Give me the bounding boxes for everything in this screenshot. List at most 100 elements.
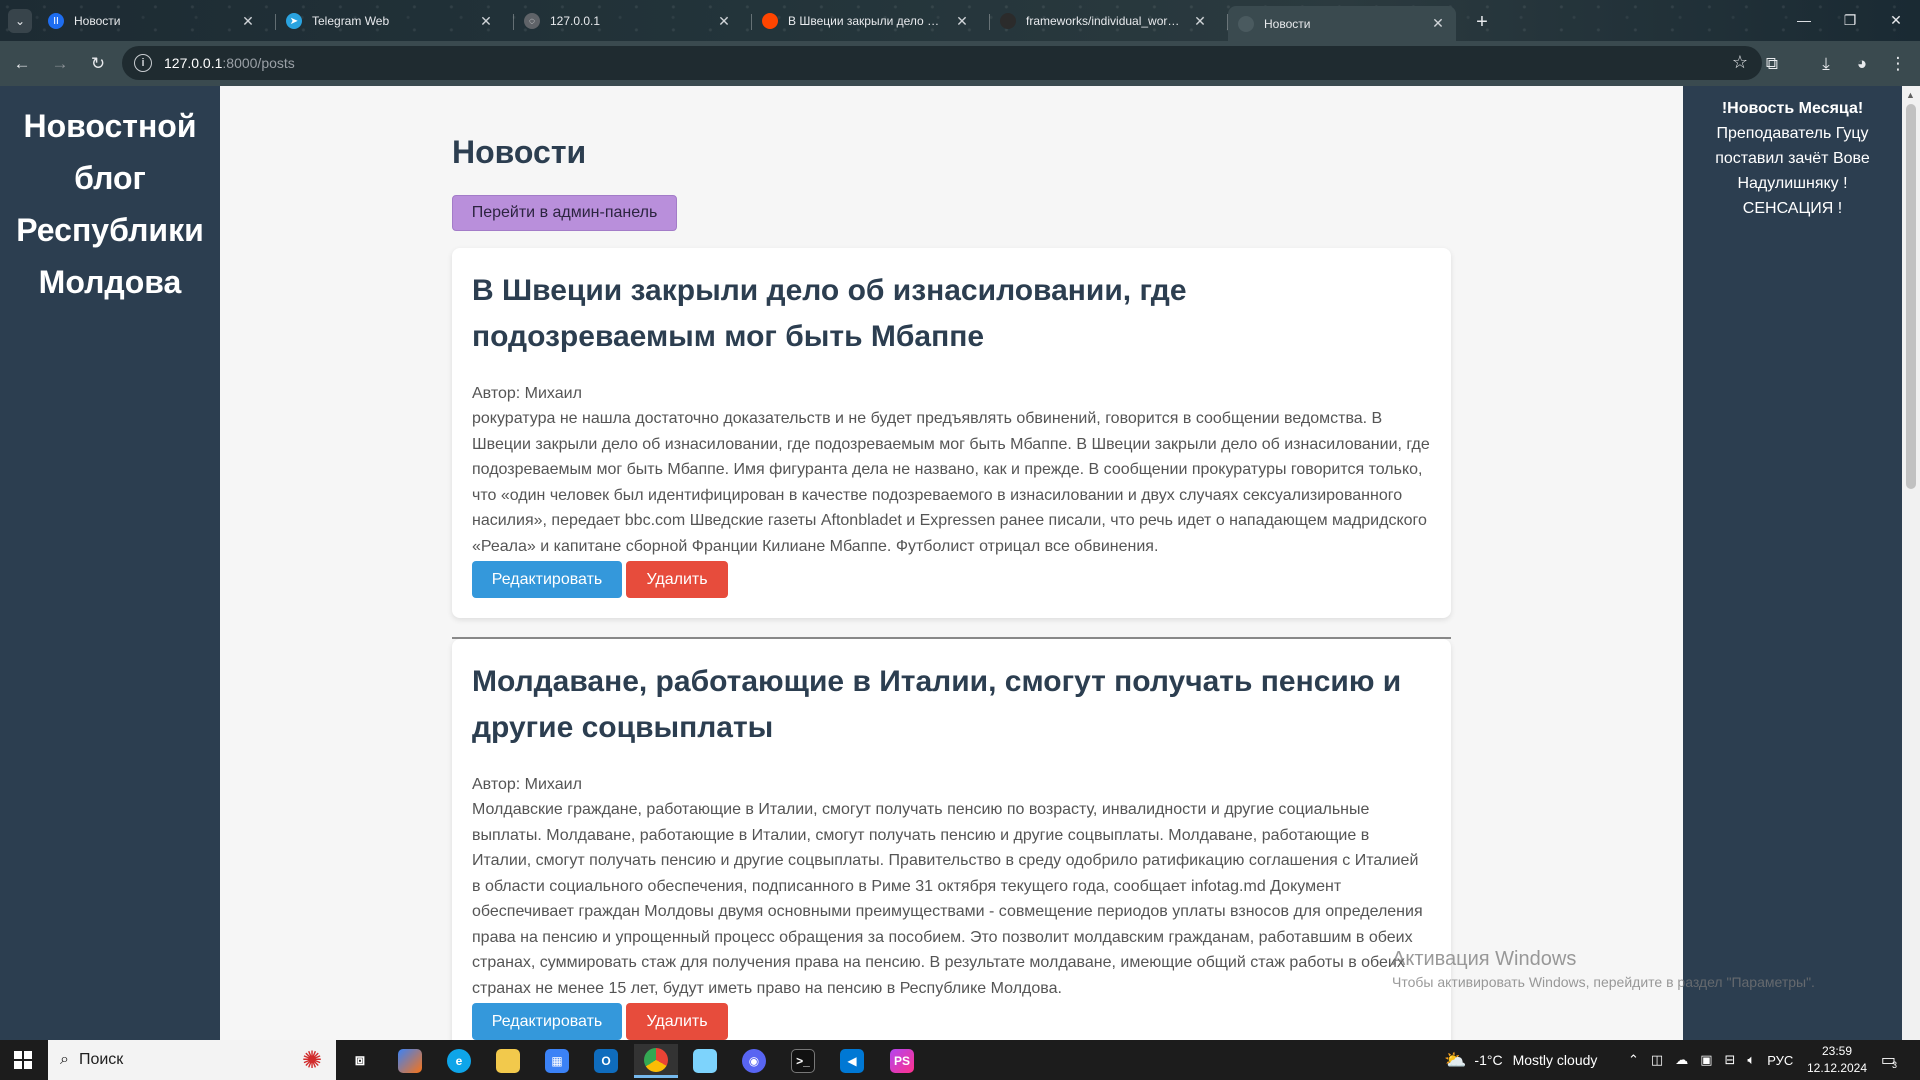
terminal-button[interactable]: >_ — [781, 1044, 825, 1078]
search-icon: ⌕ — [60, 1051, 69, 1068]
task-view-icon: ⧈ — [354, 1052, 366, 1069]
back-arrow-icon[interactable]: ← — [6, 48, 38, 80]
tab-news-active[interactable]: Новости ✕ — [1227, 6, 1456, 41]
phpstorm-icon: PS — [890, 1049, 914, 1073]
discord-button[interactable]: ◉ — [732, 1044, 776, 1078]
windows-activation-watermark: Активация Windows Чтобы активировать Win… — [1392, 946, 1815, 992]
site-title: Новостной блог Республики Молдова — [16, 108, 204, 300]
reload-icon[interactable]: ↻ — [82, 48, 114, 80]
file-explorer-button[interactable] — [486, 1044, 530, 1078]
tab-telegram[interactable]: ➤ Telegram Web ✕ — [275, 6, 504, 36]
admin-panel-button[interactable]: Перейти в админ-панель — [452, 195, 677, 231]
tab-localhost[interactable]: ◌ 127.0.0.1 ✕ — [513, 6, 742, 36]
clock-time: 23:59 — [1821, 1044, 1853, 1058]
weather-cloud-sun-icon: ⛅ — [1444, 1049, 1467, 1070]
tab-news-1[interactable]: II Новости ✕ — [38, 6, 266, 36]
url-host: 127.0.0.1 — [164, 55, 223, 71]
left-sidebar: Новостной блог Республики Молдова — [0, 86, 220, 1040]
close-icon[interactable]: ✕ — [1430, 15, 1446, 32]
notepad-button[interactable] — [683, 1044, 727, 1078]
copilot-icon — [398, 1049, 422, 1073]
url-path: :8000/posts — [222, 55, 295, 71]
post-title: Молдаване, работающие в Италии, смогут п… — [472, 665, 1402, 744]
weather-temp: -1°C — [1474, 1052, 1503, 1068]
taskbar-search[interactable]: ⌕ Поиск ✺ — [48, 1040, 336, 1080]
site-info-icon[interactable]: i — [134, 54, 152, 72]
globe-icon: ◌ — [524, 13, 540, 29]
close-icon[interactable]: ✕ — [716, 13, 732, 30]
profile-avatar-icon[interactable]: ◕ — [1848, 50, 1876, 78]
task-view-button[interactable]: ⧈ — [338, 1044, 382, 1078]
post-author: Автор: Михаил — [472, 385, 582, 402]
notification-count: 3 — [1892, 1060, 1898, 1070]
store-bag-icon: ▦ — [545, 1049, 569, 1073]
close-icon[interactable]: ✕ — [1192, 13, 1208, 30]
weather-description: Mostly cloudy — [1512, 1052, 1598, 1068]
edit-post-button[interactable]: Редактировать — [472, 1003, 622, 1040]
delete-post-button[interactable]: Удалить — [626, 561, 728, 598]
clock[interactable]: 23:59 12.12.2024 — [1797, 1043, 1877, 1077]
chevron-up-icon[interactable]: ⌃ — [1628, 1052, 1639, 1068]
chrome-button[interactable] — [634, 1044, 678, 1078]
close-window-icon[interactable]: ✕ — [1874, 6, 1918, 34]
browser-tab-strip: ⌄ II Новости ✕ ➤ Telegram Web ✕ ◌ 127.0.… — [0, 0, 1920, 41]
close-icon[interactable]: ✕ — [954, 13, 970, 30]
phpstorm-button[interactable]: PS — [880, 1044, 924, 1078]
volume-icon[interactable]: 🔈︎ — [1747, 1052, 1755, 1068]
post-author: Автор: Михаил — [472, 776, 582, 793]
outlook-icon: O — [594, 1049, 618, 1073]
cloud-icon[interactable]: ☁ — [1675, 1052, 1688, 1068]
vscode-button[interactable]: ◀ — [830, 1044, 874, 1078]
minimize-icon[interactable]: — — [1782, 6, 1826, 34]
page-scrollbar[interactable]: ▲ — [1902, 86, 1920, 1040]
edge-button[interactable]: e — [437, 1044, 481, 1078]
watermark-title: Активация Windows — [1392, 948, 1577, 970]
notifications-button[interactable]: ▭ 3 — [1874, 1048, 1904, 1072]
tab-title: Новости — [74, 14, 121, 28]
camera-icon[interactable]: ◫ — [1651, 1052, 1663, 1068]
post-actions: Редактировать Удалить — [472, 1003, 1431, 1040]
weather-widget[interactable]: ⛅ -1°C Mostly cloudy — [1444, 1040, 1597, 1080]
folder-icon — [496, 1049, 520, 1073]
scroll-up-arrow-icon[interactable]: ▲ — [1906, 90, 1915, 100]
page-favicon-icon — [1238, 15, 1254, 32]
close-icon[interactable]: ✕ — [240, 13, 256, 30]
tab-title: В Швеции закрыли дело об из — [788, 14, 944, 28]
forward-arrow-icon[interactable]: → — [44, 48, 76, 80]
outlook-button[interactable]: O — [584, 1044, 628, 1078]
start-button[interactable] — [0, 1040, 46, 1080]
download-icon[interactable]: ⤓ — [1812, 50, 1840, 78]
copilot-button[interactable] — [388, 1044, 432, 1078]
terminal-icon: >_ — [791, 1049, 815, 1073]
page-title: Новости — [452, 134, 587, 170]
system-tray: ⌃ ◫ ☁ ▣ ⊟ 🔈︎ РУС — [1628, 1040, 1793, 1080]
news-site-icon — [762, 13, 778, 29]
poinsettia-icon: ✺ — [301, 1047, 322, 1074]
url-text[interactable]: 127.0.0.1:8000/posts — [164, 55, 295, 71]
page-viewport: Новостной блог Республики Молдова Новост… — [0, 86, 1920, 1040]
scrollbar-thumb[interactable] — [1906, 104, 1916, 489]
address-bar[interactable]: i 127.0.0.1:8000/posts ☆ — [122, 46, 1762, 80]
chrome-icon — [644, 1047, 668, 1072]
edit-post-button[interactable]: Редактировать — [472, 561, 622, 598]
post-actions: Редактировать Удалить — [472, 561, 1431, 598]
menu-kebab-icon[interactable]: ⋮ — [1884, 50, 1912, 78]
tab-github[interactable]: frameworks/individual_work at ✕ — [989, 6, 1218, 36]
network-icon[interactable]: ⊟ — [1725, 1052, 1736, 1068]
new-tab-button[interactable]: + — [1468, 8, 1496, 36]
news-of-month-text: Преподаватель Гуцу поставил зачёт Вове Н… — [1715, 125, 1870, 217]
telegram-icon: ➤ — [286, 13, 302, 29]
input-language[interactable]: РУС — [1767, 1053, 1793, 1068]
tab-sweden-article[interactable]: В Швеции закрыли дело об из ✕ — [751, 6, 980, 36]
post-card: В Швеции закрыли дело об изнасиловании, … — [452, 248, 1451, 618]
bookmark-star-icon[interactable]: ☆ — [1732, 52, 1748, 73]
restore-icon[interactable]: ❐ — [1828, 6, 1872, 34]
delete-post-button[interactable]: Удалить — [626, 1003, 728, 1040]
tab-search-icon[interactable]: ⌄ — [8, 9, 32, 33]
discord-icon: ◉ — [742, 1049, 766, 1073]
store-button[interactable]: ▦ — [535, 1044, 579, 1078]
edge-icon: e — [447, 1049, 471, 1073]
display-icon[interactable]: ▣ — [1700, 1052, 1712, 1068]
close-icon[interactable]: ✕ — [478, 13, 494, 30]
extensions-puzzle-icon[interactable]: ⧉ — [1758, 50, 1786, 78]
